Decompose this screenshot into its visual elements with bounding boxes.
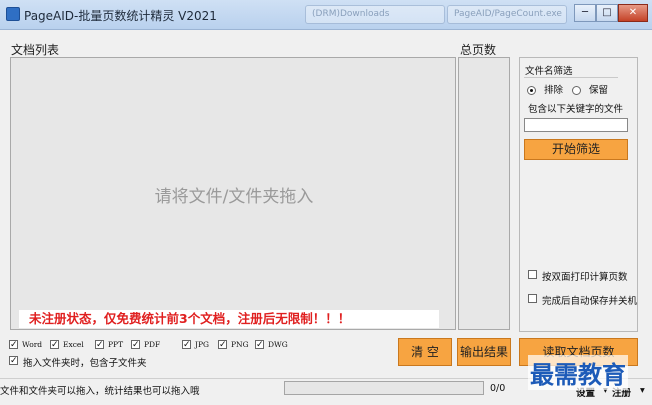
include-subfolders-label: 拖入文件夹时，包含子文件夹: [23, 358, 147, 369]
filter-divider: [524, 77, 618, 78]
export-results-button[interactable]: 输出结果: [457, 338, 511, 366]
keyword-input[interactable]: [524, 118, 628, 132]
filetype-png-checkbox[interactable]: ✓: [218, 340, 227, 350]
filetype-jpg-checkbox[interactable]: ✓: [182, 340, 191, 350]
filetype-ppt-label: PPT: [108, 340, 124, 349]
filter-panel: [519, 57, 638, 332]
status-hint: 文件和文件夹可以拖入，统计结果也可以拖入哦: [0, 386, 200, 397]
pagecount-label: 总页数: [460, 43, 497, 57]
doclist-label: 文档列表: [11, 43, 60, 57]
auto-shutdown-label: 完成后自动保存并关机: [542, 296, 638, 307]
filetype-pdf-checkbox[interactable]: ✓: [131, 340, 140, 350]
document-list[interactable]: 请将文件/文件夹拖入 未注册状态，仅免费统计前3个文档，注册后无限制！！！: [10, 57, 456, 330]
filter-title: 文件名筛选: [525, 66, 573, 77]
radio-keep-dot: [572, 86, 581, 95]
minimize-button[interactable]: ─: [574, 4, 596, 22]
filetype-pdf-label: PDF: [144, 340, 161, 349]
filetype-excel-checkbox[interactable]: ✓: [50, 340, 59, 350]
start-filter-button[interactable]: 开始筛选: [524, 139, 628, 160]
maximize-button[interactable]: □: [596, 4, 618, 22]
progress-bar: [284, 381, 484, 395]
include-subfolders-checkbox[interactable]: ✓: [9, 356, 18, 366]
radio-exclude[interactable]: 排除: [527, 82, 563, 96]
filetype-word-label: Word: [22, 340, 43, 349]
page-count-list[interactable]: [458, 57, 510, 330]
duplex-checkbox[interactable]: [528, 270, 537, 279]
filetype-word-checkbox[interactable]: ✓: [9, 340, 18, 350]
filetype-ppt-checkbox[interactable]: ✓: [95, 340, 104, 350]
clear-button[interactable]: 清 空: [398, 338, 452, 366]
radio-exclude-dot: [527, 86, 536, 95]
keyword-label: 包含以下关键字的文件: [528, 104, 624, 115]
close-button[interactable]: ✕: [618, 4, 648, 22]
taskbar-ghost-tab-2: PageAID/PageCount.exe: [447, 5, 567, 24]
window-title: PageAID-批量页数统计精灵 V2021: [24, 9, 217, 23]
filetype-dwg-checkbox[interactable]: ✓: [255, 340, 264, 350]
drop-hint: 请将文件/文件夹拖入: [154, 187, 314, 207]
registration-notice: 未注册状态，仅免费统计前3个文档，注册后无限制！！！: [19, 310, 439, 328]
filetype-excel-label: Excel: [63, 340, 84, 349]
duplex-label: 按双面打印计算页数: [542, 272, 628, 283]
watermark-logo: 最需教育: [528, 355, 628, 390]
radio-keep-label: 保留: [589, 85, 609, 96]
radio-keep[interactable]: 保留: [572, 82, 608, 96]
app-icon: [6, 7, 20, 21]
auto-shutdown-checkbox[interactable]: [528, 294, 537, 303]
radio-exclude-label: 排除: [544, 85, 564, 96]
taskbar-ghost-tab-1: (DRM)Downloads: [305, 5, 445, 24]
filetype-dwg-label: DWG: [268, 340, 288, 349]
filetype-jpg-label: JPG: [195, 340, 210, 349]
filetype-png-label: PNG: [231, 340, 249, 349]
progress-text: 0/0: [490, 383, 506, 394]
register-dropdown-icon[interactable]: ▾: [640, 385, 645, 396]
